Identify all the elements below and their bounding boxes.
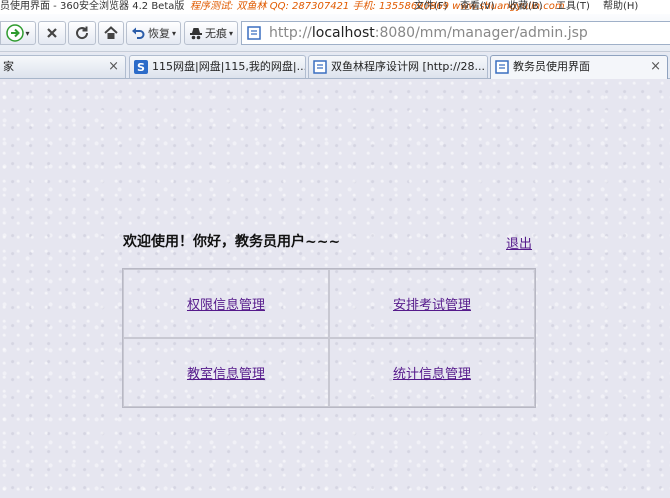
admin-menu-table: 权限信息管理 安排考试管理 教室信息管理 统计信息管理 xyxy=(122,268,536,408)
menu-tools[interactable]: 工具(T) xyxy=(556,0,590,14)
tab-admin-interface[interactable]: 教务员使用界面 × xyxy=(490,55,668,79)
svg-text:S: S xyxy=(137,61,145,74)
url-prefix: http:// xyxy=(269,25,312,41)
statistics-management-link[interactable]: 统计信息管理 xyxy=(393,363,471,382)
menu-help[interactable]: 帮助(H) xyxy=(603,0,638,14)
menu-favorites[interactable]: 收藏(B) xyxy=(508,0,543,14)
tab-label: 教务员使用界面 xyxy=(513,60,590,73)
forward-button[interactable]: ▾ xyxy=(0,21,36,45)
tab-label: 115网盘|网盘|115,我的网盘|... xyxy=(152,60,306,73)
menu-view[interactable]: 查看(V) xyxy=(460,0,495,14)
forward-arrow-icon xyxy=(6,24,25,42)
restore-label: 恢复 xyxy=(147,27,170,40)
incognito-dropdown-icon: ▾ xyxy=(228,28,233,38)
s-logo-icon: S xyxy=(134,60,148,74)
stop-icon xyxy=(47,28,57,38)
refresh-icon xyxy=(76,26,89,40)
tab-close-icon[interactable]: × xyxy=(650,56,661,78)
url-host: localhost xyxy=(311,25,375,41)
incognito-label: 无痕 xyxy=(204,27,227,40)
forward-dropdown-icon: ▾ xyxy=(25,28,30,38)
table-cell: 教室信息管理 xyxy=(123,338,329,407)
menu-file[interactable]: 文件(F) xyxy=(414,0,448,14)
page-favicon-icon xyxy=(495,60,509,74)
restore-dropdown-icon: ▾ xyxy=(171,28,176,38)
address-bar[interactable]: http://localhost:8080/mm/manager/admin.j… xyxy=(241,21,670,45)
page-icon xyxy=(247,26,261,40)
classroom-management-link[interactable]: 教室信息管理 xyxy=(187,363,265,382)
stop-button[interactable] xyxy=(38,21,66,45)
home-icon xyxy=(104,26,118,39)
incognito-hat-icon xyxy=(189,28,202,40)
window-title: 员使用界面 - 360安全浏览器 4.2 Beta版 xyxy=(0,1,185,12)
restore-button[interactable]: 恢复 ▾ xyxy=(126,21,181,45)
tab-close-icon[interactable]: × xyxy=(108,56,119,78)
incognito-button[interactable]: 无痕 ▾ xyxy=(184,21,238,45)
page-favicon-icon xyxy=(313,60,327,74)
tab-home[interactable]: 家 × xyxy=(0,55,126,78)
tab-label: 家 xyxy=(3,60,14,73)
logout-link[interactable]: 退出 xyxy=(506,233,532,252)
permission-management-link[interactable]: 权限信息管理 xyxy=(187,294,265,313)
page-content: 欢迎使用！你好，教务员用户~~~ 退出 权限信息管理 安排考试管理 教室信息管理… xyxy=(0,79,670,498)
tab-label: 双鱼林程序设计网 [http://28... xyxy=(331,60,485,73)
refresh-button[interactable] xyxy=(68,21,96,45)
navigation-toolbar: ▾ 恢复 ▾ 无痕 ▾ http://localhost:8080/mm/man… xyxy=(0,14,670,52)
tab-115-disk[interactable]: S 115网盘|网盘|115,我的网盘|... xyxy=(129,55,306,78)
tab-bar: 家 × S 115网盘|网盘|115,我的网盘|... 双鱼林程序设计网 [ht… xyxy=(0,53,670,79)
table-cell: 统计信息管理 xyxy=(329,338,535,407)
undo-arrow-icon xyxy=(131,27,145,39)
address-url: http://localhost:8080/mm/manager/admin.j… xyxy=(269,25,588,41)
url-path: :8080/mm/manager/admin.jsp xyxy=(374,25,588,41)
welcome-message: 欢迎使用！你好，教务员用户~~~ xyxy=(123,234,341,250)
table-cell: 安排考试管理 xyxy=(329,269,535,338)
title-bar: 员使用界面 - 360安全浏览器 4.2 Beta版 程序测试: 双鱼林 QQ:… xyxy=(0,0,670,14)
tab-shuangyulin[interactable]: 双鱼林程序设计网 [http://28... xyxy=(308,55,488,78)
exam-scheduling-link[interactable]: 安排考试管理 xyxy=(393,294,471,313)
home-button[interactable] xyxy=(98,21,124,45)
table-cell: 权限信息管理 xyxy=(123,269,329,338)
